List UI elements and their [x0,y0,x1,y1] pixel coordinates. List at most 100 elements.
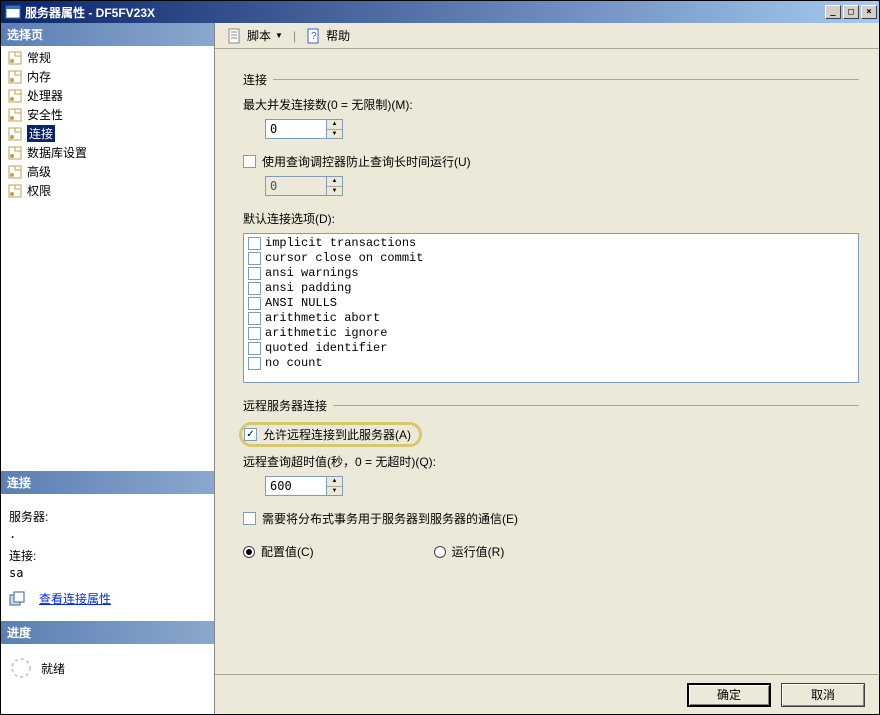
query-governor-label: 使用查询调控器防止查询长时间运行(U) [262,153,471,170]
spin-down-icon[interactable]: ▼ [327,487,342,496]
script-label: 脚本 [247,27,271,44]
nav-list: 常规内存处理器安全性连接数据库设置高级权限 [1,46,214,471]
close-button[interactable]: × [861,5,877,19]
connection-props-icon [9,591,25,607]
nav-item-label: 数据库设置 [27,144,87,161]
remote-timeout-input[interactable] [266,477,326,495]
default-options-listbox[interactable]: implicit transactionscursor close on com… [243,233,859,383]
option-label: implicit transactions [265,236,416,251]
nav-item-高级[interactable]: 高级 [1,162,214,181]
script-icon [227,28,243,44]
option-label: cursor close on commit [265,251,423,266]
page-icon [7,88,23,104]
option-checkbox[interactable] [248,267,261,280]
progress-spinner-icon [9,656,33,680]
option-label: ansi warnings [265,266,359,281]
dialog-window: 服务器属性 - DF5FV23X _ □ × 选择页 常规内存处理器安全性连接数… [0,0,880,715]
content-area: 连接 最大并发连接数(0 = 无限制)(M): ▲ ▼ 使用查询调 [215,49,879,674]
nav-item-常规[interactable]: 常规 [1,48,214,67]
page-icon [7,145,23,161]
option-checkbox[interactable] [248,252,261,265]
nav-item-连接[interactable]: 连接 [1,124,214,143]
option-checkbox[interactable] [248,297,261,310]
toolbar: 脚本 ▼ | ? 帮助 [215,23,879,49]
option-label: no count [265,356,323,371]
progress-section: 就绪 [1,644,214,714]
page-icon [7,183,23,199]
nav-item-数据库设置[interactable]: 数据库设置 [1,143,214,162]
nav-item-label: 常规 [27,49,51,66]
max-concurrent-spinner[interactable]: ▲ ▼ [265,119,343,139]
nav-item-安全性[interactable]: 安全性 [1,105,214,124]
query-governor-checkbox[interactable] [243,155,256,168]
list-item[interactable]: arithmetic abort [246,311,856,326]
script-button[interactable]: 脚本 ▼ [221,25,289,46]
query-governor-input [266,177,326,195]
option-checkbox[interactable] [248,312,261,325]
running-value-radio[interactable]: 运行值(R) [434,543,505,560]
allow-remote-checkbox[interactable]: ✓ [244,428,257,441]
nav-item-label: 安全性 [27,106,63,123]
list-item[interactable]: ansi warnings [246,266,856,281]
minimize-button[interactable]: _ [825,5,841,19]
option-label: arithmetic ignore [265,326,387,341]
option-checkbox[interactable] [248,327,261,340]
nav-item-内存[interactable]: 内存 [1,67,214,86]
connection-info: 服务器: . 连接: sa 查看连接属性 [1,494,214,621]
query-governor-spinner: ▲ ▼ [265,176,343,196]
highlight-annotation: ✓ 允许远程连接到此服务器(A) [239,422,422,447]
default-conn-options-label: 默认连接选项(D): [243,210,859,227]
spin-down-icon[interactable]: ▼ [327,130,342,139]
option-label: ANSI NULLS [265,296,337,311]
nav-item-label: 连接 [27,125,55,142]
nav-item-处理器[interactable]: 处理器 [1,86,214,105]
group-connections: 连接 [243,71,859,88]
list-item[interactable]: quoted identifier [246,341,856,356]
option-checkbox[interactable] [248,237,261,250]
list-item[interactable]: no count [246,356,856,371]
spin-down-icon: ▼ [327,187,342,196]
configured-value-radio[interactable]: 配置值(C) [243,543,314,560]
list-item[interactable]: arithmetic ignore [246,326,856,341]
configured-value-label: 配置值(C) [261,543,314,560]
server-label: 服务器: [9,508,206,525]
group-connections-label: 连接 [243,71,267,88]
spin-up-icon[interactable]: ▲ [327,477,342,487]
toolbar-separator: | [293,29,296,43]
dialog-footer: 确定 取消 [215,674,879,714]
page-icon [7,126,23,142]
distributed-tx-checkbox[interactable] [243,512,256,525]
option-label: arithmetic abort [265,311,380,326]
list-item[interactable]: ANSI NULLS [246,296,856,311]
spin-up-icon: ▲ [327,177,342,187]
list-item[interactable]: cursor close on commit [246,251,856,266]
connection-header: 连接 [1,471,214,494]
nav-item-label: 内存 [27,68,51,85]
view-connection-properties-link[interactable]: 查看连接属性 [39,590,111,607]
nav-item-权限[interactable]: 权限 [1,181,214,200]
progress-status: 就绪 [41,660,65,677]
max-concurrent-input[interactable] [266,120,326,138]
page-icon [7,164,23,180]
nav-item-label: 权限 [27,182,51,199]
help-icon: ? [306,28,322,44]
option-checkbox[interactable] [248,282,261,295]
distributed-tx-label: 需要将分布式事务用于服务器到服务器的通信(E) [262,510,518,527]
help-button[interactable]: ? 帮助 [300,25,356,46]
list-item[interactable]: ansi padding [246,281,856,296]
page-icon [7,107,23,123]
titlebar[interactable]: 服务器属性 - DF5FV23X _ □ × [1,1,879,23]
spin-up-icon[interactable]: ▲ [327,120,342,130]
nav-item-label: 高级 [27,163,51,180]
maximize-button[interactable]: □ [843,5,859,19]
remote-timeout-label: 远程查询超时值(秒，0 = 无超时)(Q): [243,453,859,470]
remote-timeout-spinner[interactable]: ▲ ▼ [265,476,343,496]
svg-text:?: ? [311,31,317,42]
option-checkbox[interactable] [248,357,261,370]
running-value-label: 运行值(R) [452,543,505,560]
max-concurrent-label: 最大并发连接数(0 = 无限制)(M): [243,96,859,113]
ok-button[interactable]: 确定 [687,683,771,707]
cancel-button[interactable]: 取消 [781,683,865,707]
list-item[interactable]: implicit transactions [246,236,856,251]
option-checkbox[interactable] [248,342,261,355]
